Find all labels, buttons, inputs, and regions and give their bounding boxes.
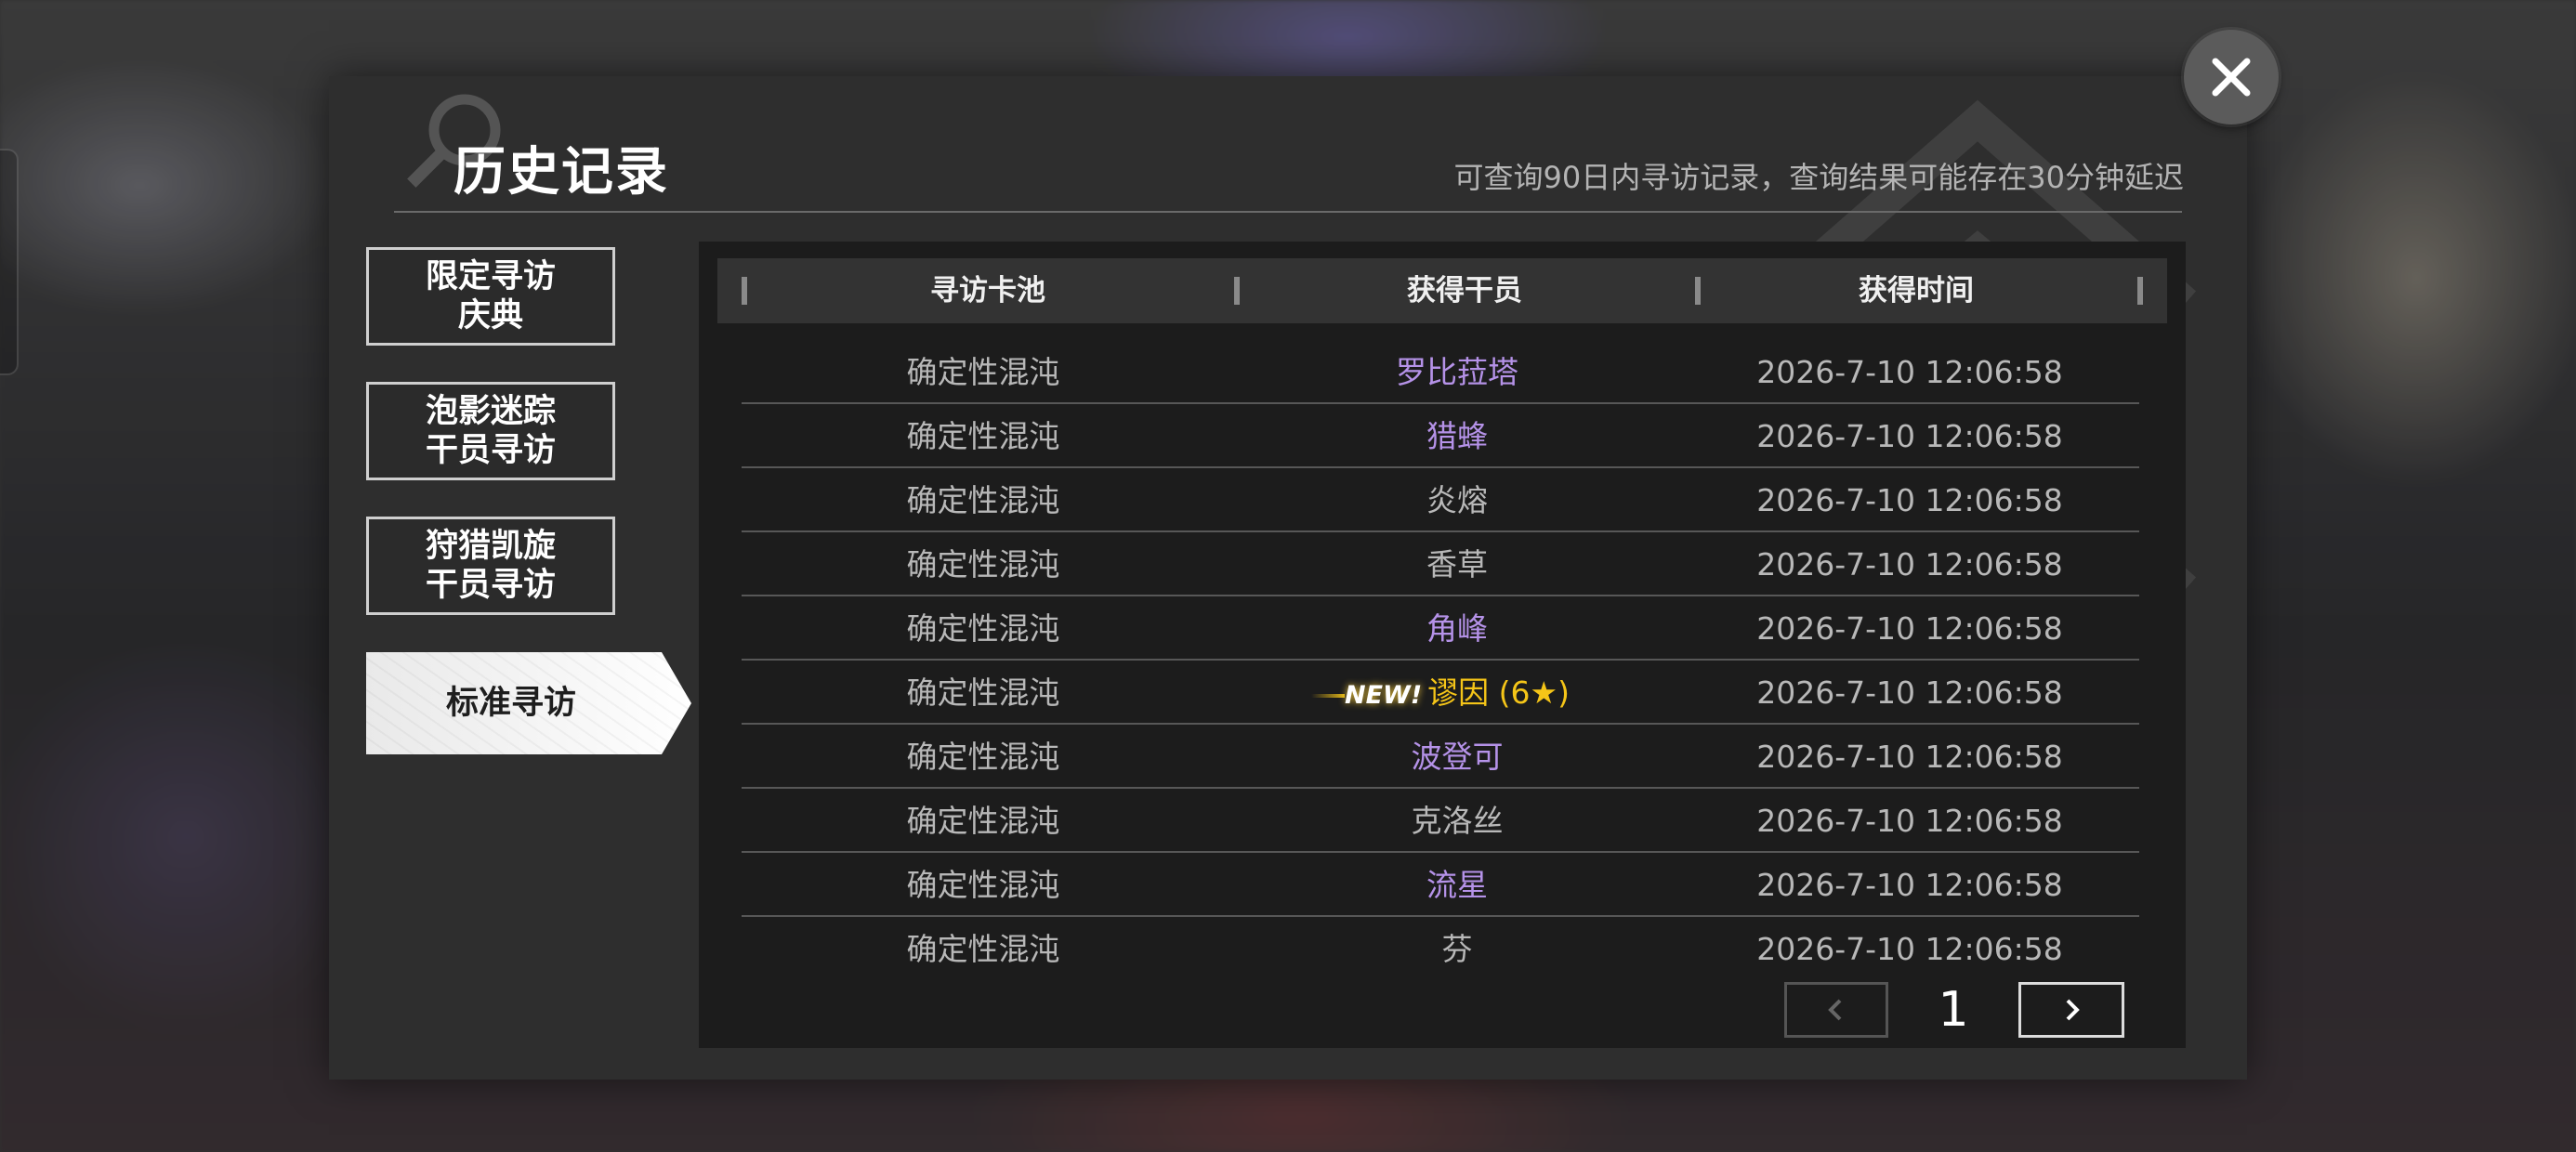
tab-limited-celebration[interactable]: 限定寻访 庆典 [366, 247, 615, 346]
column-header-operator: 获得干员 [1407, 274, 1522, 308]
tab-label-line2: 干员寻访 [425, 432, 556, 469]
tab-label-line1: 标准寻访 [446, 685, 577, 722]
table-row: 确定性混沌 芬 2026-7-10 12:06:58 [742, 917, 2139, 981]
new-badge: NEW! [1310, 663, 1422, 727]
tab-bubble-operator[interactable]: 泡影迷踪 干员寻访 [366, 382, 615, 480]
tab-label-line1: 限定寻访 [425, 258, 556, 295]
cell-operator: 流星 [1225, 853, 1689, 917]
cell-pool: 确定性混沌 [906, 418, 1060, 454]
cell-time: 2026-7-10 12:06:58 [1756, 803, 2063, 839]
tab-label-line2: 干员寻访 [425, 567, 556, 604]
records-table: 寻访卡池 获得干员 获得时间 确定性混沌 罗比菈塔 2026-7-10 12:06:… [699, 242, 2186, 1048]
cell-pool: 确定性混沌 [906, 931, 1060, 967]
title-divider [394, 211, 2182, 213]
cell-pool: 确定性混沌 [906, 867, 1060, 903]
tab-standard-headhunting[interactable]: 标准寻访 [366, 652, 691, 754]
query-note: 可查询90日内寻访记录，查询结果可能存在30分钟延迟 [1453, 160, 2184, 195]
table-header: 寻访卡池 获得干员 获得时间 [717, 258, 2167, 323]
header-separator [2137, 277, 2143, 305]
cell-operator: 克洛丝 [1225, 789, 1689, 853]
cell-time: 2026-7-10 12:06:58 [1756, 482, 2063, 518]
table-row: 确定性混沌 猎蜂 2026-7-10 12:06:58 [742, 404, 2139, 468]
cell-operator: 猎蜂 [1225, 404, 1689, 468]
cell-pool: 确定性混沌 [906, 546, 1060, 583]
cell-time: 2026-7-10 12:06:58 [1756, 546, 2063, 583]
close-icon [2212, 58, 2251, 97]
next-page-button[interactable] [2018, 982, 2124, 1038]
cell-time: 2026-7-10 12:06:58 [1756, 610, 2063, 647]
operator-name: 炎熔 [1426, 482, 1488, 518]
tab-label-line1: 泡影迷踪 [425, 393, 556, 430]
table-row: 确定性混沌 角峰 2026-7-10 12:06:58 [742, 596, 2139, 661]
operator-name: 谬因 (6★) [1427, 674, 1570, 711]
table-row: 确定性混沌 克洛丝 2026-7-10 12:06:58 [742, 789, 2139, 853]
cell-time: 2026-7-10 12:06:58 [1756, 418, 2063, 454]
cell-time: 2026-7-10 12:06:58 [1756, 354, 2063, 390]
tab-hunting-operator[interactable]: 狩猎凯旋 干员寻访 [366, 517, 615, 615]
cell-operator: 炎熔 [1225, 468, 1689, 532]
operator-name: 芬 [1441, 931, 1473, 967]
operator-name: 猎蜂 [1426, 418, 1488, 454]
cell-operator: 角峰 [1225, 596, 1689, 661]
cell-operator: 芬 [1225, 917, 1689, 981]
left-edge-handle [0, 149, 19, 375]
tab-label-line2: 庆典 [457, 297, 523, 334]
cell-operator: 香草 [1225, 532, 1689, 596]
operator-name: 流星 [1426, 867, 1488, 903]
cell-pool: 确定性混沌 [906, 482, 1060, 518]
cell-pool: 确定性混沌 [906, 610, 1060, 647]
cell-time: 2026-7-10 12:06:58 [1756, 867, 2063, 903]
chevron-right-icon [2066, 999, 2080, 1021]
cell-time: 2026-7-10 12:06:58 [1756, 931, 2063, 967]
table-row: 确定性混沌 流星 2026-7-10 12:06:58 [742, 853, 2139, 917]
cell-time: 2026-7-10 12:06:58 [1756, 674, 2063, 711]
cell-pool: 确定性混沌 [906, 803, 1060, 839]
tab-label-line1: 狩猎凯旋 [425, 528, 556, 565]
chevron-left-icon [1828, 999, 1842, 1021]
cell-pool: 确定性混沌 [906, 354, 1060, 390]
page-title: 历史记录 [453, 142, 669, 203]
table-row: 确定性混沌 炎熔 2026-7-10 12:06:58 [742, 468, 2139, 532]
table-row: 确定性混沌 NEW! 谬因 (6★) 2026-7-10 12:06:58 [742, 661, 2139, 725]
cell-time: 2026-7-10 12:06:58 [1756, 739, 2063, 775]
cell-operator: NEW! 谬因 (6★) [1225, 661, 1689, 725]
close-button[interactable] [2184, 30, 2279, 124]
column-header-time: 获得时间 [1859, 274, 1974, 308]
cell-pool: 确定性混沌 [906, 674, 1060, 711]
operator-name: 罗比菈塔 [1396, 354, 1518, 390]
operator-name: 波登可 [1411, 739, 1504, 775]
table-row: 确定性混沌 香草 2026-7-10 12:06:58 [742, 532, 2139, 596]
cell-operator: 罗比菈塔 [1225, 340, 1689, 404]
column-header-pool: 寻访卡池 [930, 274, 1045, 308]
operator-name: 角峰 [1426, 610, 1488, 647]
cell-operator: 波登可 [1225, 725, 1689, 789]
operator-name: 香草 [1426, 546, 1488, 583]
table-row: 确定性混沌 波登可 2026-7-10 12:06:58 [742, 725, 2139, 789]
cell-pool: 确定性混沌 [906, 739, 1060, 775]
page-number: 1 [1938, 982, 1969, 1038]
table-row: 确定性混沌 罗比菈塔 2026-7-10 12:06:58 [742, 340, 2139, 404]
previous-page-button[interactable] [1784, 982, 1888, 1038]
operator-name: 克洛丝 [1411, 803, 1504, 839]
